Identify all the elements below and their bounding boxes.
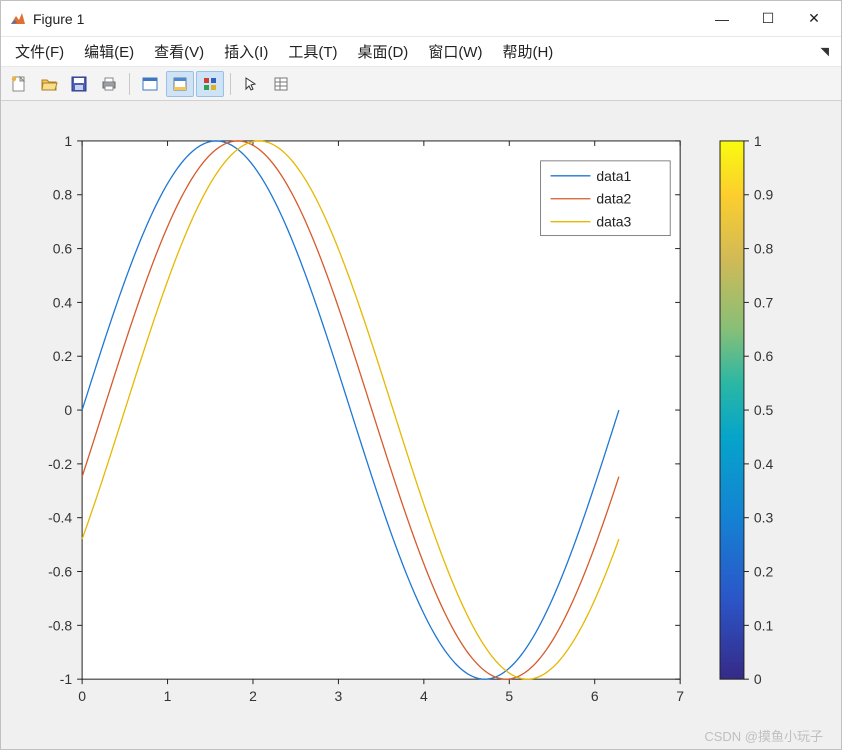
colorbar-tick-label: 0.9 xyxy=(754,187,774,203)
x-tick-label: 7 xyxy=(676,688,684,704)
window-title: Figure 1 xyxy=(33,11,84,27)
x-tick-label: 3 xyxy=(335,688,343,704)
y-tick-label: -0.6 xyxy=(48,564,72,580)
colorbar[interactable]: 0 0.1 0.2 0.3 0.4 0.5 0.6 0.7 0.8 0.9 1 xyxy=(720,133,774,687)
x-tick-label: 1 xyxy=(164,688,172,704)
x-tick-label: 4 xyxy=(420,688,428,704)
menu-file[interactable]: 文件(F) xyxy=(7,38,72,65)
minimize-button[interactable]: — xyxy=(699,3,745,35)
menu-edit[interactable]: 编辑(E) xyxy=(76,38,142,65)
colorbar-tick-label: 0.1 xyxy=(754,617,774,633)
colorbar-tick-label: 0.2 xyxy=(754,564,774,580)
colorbar-button[interactable] xyxy=(196,71,224,97)
colorbar-tick-label: 0.5 xyxy=(754,402,774,418)
inspector-button[interactable] xyxy=(267,71,295,97)
maximize-button[interactable]: ☐ xyxy=(745,3,791,35)
toolbar-sep xyxy=(129,73,130,95)
x-tick-label: 2 xyxy=(249,688,257,704)
y-tick-label: -1 xyxy=(60,671,73,687)
matlab-icon xyxy=(9,10,27,28)
legend-item-3: data3 xyxy=(596,214,631,230)
menu-window[interactable]: 窗口(W) xyxy=(420,38,490,65)
print-button[interactable] xyxy=(95,71,123,97)
newfig-button[interactable] xyxy=(136,71,164,97)
maximize-glyph: ☐ xyxy=(762,10,775,27)
colorbar-tick-label: 0.6 xyxy=(754,348,774,364)
y-tick-label: -0.8 xyxy=(48,617,72,633)
legend-item-2: data2 xyxy=(596,191,631,207)
menu-help[interactable]: 帮助(H) xyxy=(494,38,561,65)
minimize-glyph: — xyxy=(715,11,729,27)
colorbar-tick-label: 0.7 xyxy=(754,294,774,310)
axes[interactable]: 0 1 2 3 4 5 6 7 -1 -0.8 -0.6 -0.4 -0.2 0 0.2 0.4 0.6 0.8… xyxy=(11,121,831,729)
y-tick-label: 0.8 xyxy=(53,187,73,203)
y-tick-label: -0.2 xyxy=(48,456,72,472)
colorbar-tick-label: 0.8 xyxy=(754,241,774,257)
figure-canvas[interactable]: 0 1 2 3 4 5 6 7 -1 -0.8 -0.6 -0.4 -0.2 0 0.2 0.4 0.6 0.8… xyxy=(1,101,841,749)
menu-view[interactable]: 查看(V) xyxy=(146,38,212,65)
pointer-button[interactable] xyxy=(237,71,265,97)
y-tick-label: 0.6 xyxy=(53,241,73,257)
y-tick-label: 1 xyxy=(64,133,72,149)
colorbar-tick-label: 0 xyxy=(754,671,762,687)
menubar: 文件(F) 编辑(E) 查看(V) 插入(I) 工具(T) 桌面(D) 窗口(W… xyxy=(1,37,841,67)
titlebar: Figure 1 — ☐ ✕ xyxy=(1,1,841,37)
close-button[interactable]: ✕ xyxy=(791,3,837,35)
y-tick-label: -0.4 xyxy=(48,510,72,526)
new-file-button[interactable] xyxy=(5,71,33,97)
toolbar-sep xyxy=(230,73,231,95)
save-button[interactable] xyxy=(65,71,93,97)
open-button[interactable] xyxy=(35,71,63,97)
colorbar-tick-label: 0.3 xyxy=(754,510,774,526)
menu-tools[interactable]: 工具(T) xyxy=(280,38,345,65)
menu-desktop[interactable]: 桌面(D) xyxy=(349,38,416,65)
y-tick-label: 0.2 xyxy=(53,348,73,364)
x-tick-label: 6 xyxy=(591,688,599,704)
menu-insert[interactable]: 插入(I) xyxy=(216,38,276,65)
close-icon: ✕ xyxy=(808,10,820,27)
link-plot-button[interactable] xyxy=(166,71,194,97)
colorbar-tick-label: 1 xyxy=(754,133,762,149)
x-tick-label: 0 xyxy=(78,688,86,704)
y-tick-label: 0.4 xyxy=(53,294,73,310)
x-tick-label: 5 xyxy=(505,688,513,704)
legend-item-1: data1 xyxy=(596,168,631,184)
y-tick-label: 0 xyxy=(64,402,72,418)
toolbar xyxy=(1,67,841,101)
colorbar-tick-label: 0.4 xyxy=(754,456,774,472)
dock-icon[interactable]: ◥ xyxy=(821,45,835,58)
legend[interactable]: data1 data2 data3 xyxy=(541,161,671,236)
